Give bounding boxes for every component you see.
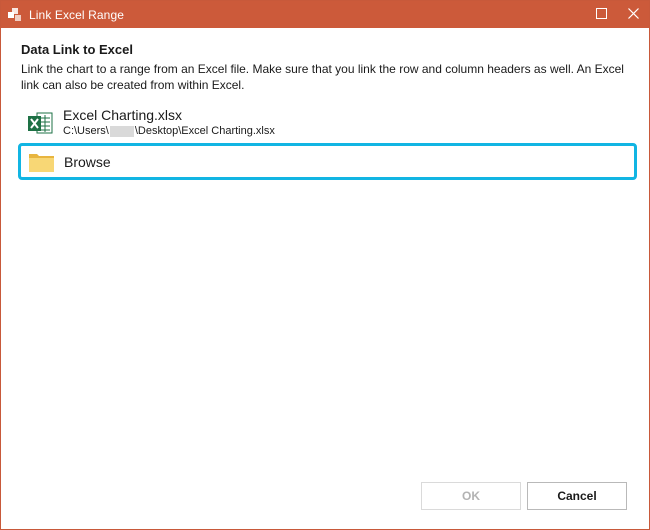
ok-button-label: OK	[462, 489, 480, 503]
section-description: Link the chart to a range from an Excel …	[21, 62, 624, 92]
link-excel-range-dialog: Link Excel Range Data Link to Excel Link…	[0, 0, 650, 530]
cancel-button[interactable]: Cancel	[527, 482, 627, 510]
title-bar[interactable]: Link Excel Range	[1, 1, 649, 28]
file-path-prefix: C:\Users\	[63, 125, 109, 137]
browse-item[interactable]: Browse	[18, 143, 637, 180]
file-path-suffix: \Desktop\Excel Charting.xlsx	[134, 125, 275, 137]
ok-button[interactable]: OK	[421, 482, 521, 510]
close-icon	[627, 6, 639, 24]
redacted-username	[109, 125, 134, 137]
close-button[interactable]	[617, 1, 649, 28]
maximize-button[interactable]	[585, 1, 617, 28]
app-icon	[7, 7, 23, 23]
section-heading: Data Link to Excel	[21, 42, 133, 57]
window-title: Link Excel Range	[29, 7, 124, 22]
file-path: C:\Users\ \Desktop\Excel Charting.xlsx	[63, 124, 275, 138]
cancel-button-label: Cancel	[557, 489, 597, 503]
recent-file-item[interactable]: Excel Charting.xlsx C:\Users\ \Desktop\E…	[21, 106, 631, 140]
folder-icon	[28, 151, 55, 173]
browse-label: Browse	[64, 153, 111, 170]
maximize-icon	[595, 6, 607, 24]
excel-file-icon	[27, 110, 53, 136]
file-name: Excel Charting.xlsx	[63, 107, 183, 123]
